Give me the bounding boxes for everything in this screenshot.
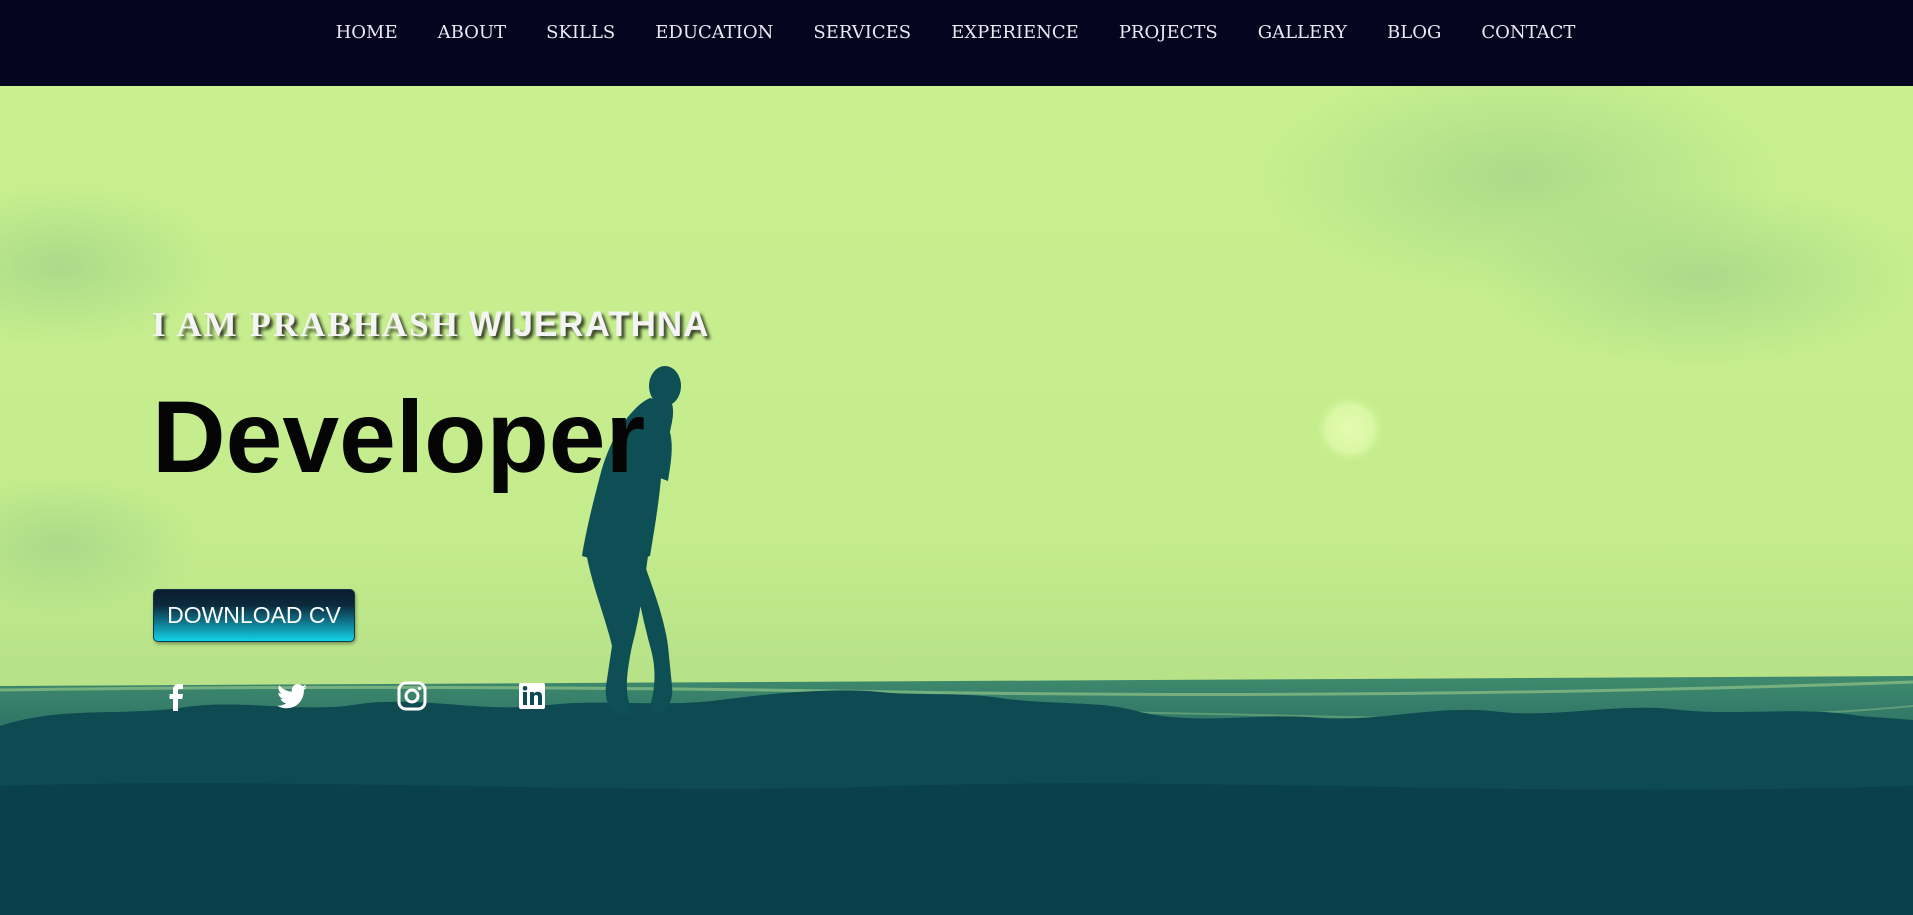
instagram-link[interactable]	[394, 678, 430, 714]
nav-menu: HOME ABOUT SKILLS EDUCATION SERVICES EXP…	[316, 21, 1596, 45]
download-cv-button[interactable]: DOWNLOAD CV	[153, 589, 355, 642]
intro-heading: I AM PRABHASH WIJERATHNA	[152, 305, 709, 345]
twitter-link[interactable]	[274, 678, 310, 714]
nav-item-projects[interactable]: PROJECTS	[1099, 22, 1238, 43]
nav-item-blog[interactable]: BLOG	[1367, 22, 1461, 43]
hero-section: I AM PRABHASH WIJERATHNA Developer DOWNL…	[0, 86, 1913, 915]
nav-item-contact[interactable]: CONTACT	[1461, 22, 1595, 43]
top-navigation-bar: HOME ABOUT SKILLS EDUCATION SERVICES EXP…	[0, 0, 1913, 86]
hero-background-image	[0, 86, 1913, 915]
role-title: Developer	[152, 380, 646, 494]
facebook-link[interactable]	[158, 678, 194, 714]
instagram-icon	[397, 681, 427, 711]
nav-item-about[interactable]: ABOUT	[418, 22, 527, 43]
linkedin-icon	[519, 683, 545, 709]
twitter-icon	[277, 684, 307, 709]
facebook-icon	[169, 684, 183, 711]
intro-prefix: I AM PRABHASH	[152, 305, 460, 344]
intro-name: WIJERATHNA	[468, 305, 710, 344]
nav-item-gallery[interactable]: GALLERY	[1238, 22, 1367, 43]
nav-item-home[interactable]: HOME	[316, 22, 418, 43]
nav-item-education[interactable]: EDUCATION	[635, 22, 793, 43]
nav-item-experience[interactable]: EXPERIENCE	[931, 22, 1099, 43]
nav-item-skills[interactable]: SKILLS	[526, 22, 635, 43]
linkedin-link[interactable]	[514, 678, 550, 714]
nav-item-services[interactable]: SERVICES	[793, 22, 931, 43]
